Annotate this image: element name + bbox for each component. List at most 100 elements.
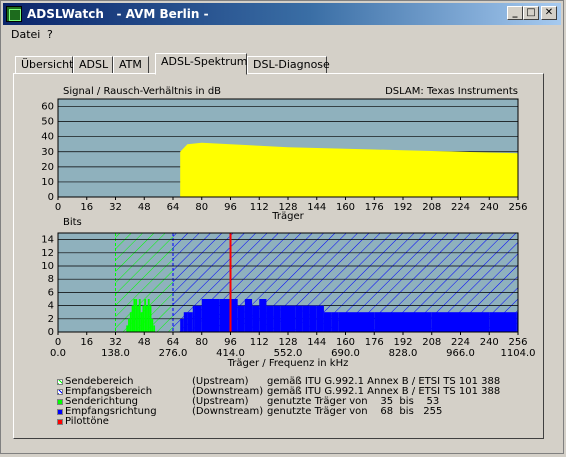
bits-xtick-label: 240 — [480, 337, 499, 348]
downstream-bit-bar — [237, 305, 245, 332]
bits-khz-tick-label: 828.0 — [389, 348, 418, 359]
bits-xtick-label: 48 — [138, 337, 151, 348]
downstream-bit-bar — [295, 305, 303, 332]
bits-xtick-label: 144 — [307, 337, 326, 348]
downstream-bit-bar — [280, 305, 288, 332]
upstream-bit-bar — [128, 318, 130, 332]
snr-ytick-label: 50 — [41, 117, 54, 128]
upstream-bit-bar — [149, 305, 152, 332]
snr-xtick-label: 192 — [393, 202, 412, 213]
snr-xtick-label: 224 — [451, 202, 470, 213]
bits-khz-tick-label: 966.0 — [446, 348, 475, 359]
snr-xaxis-label: Träger — [271, 211, 304, 222]
snr-xtick-label: 208 — [422, 202, 441, 213]
bits-khz-tick-label: 138.0 — [101, 348, 130, 359]
legend-swatch — [57, 409, 63, 415]
downstream-bit-bar — [183, 312, 188, 332]
upstream-bit-bar — [142, 305, 145, 332]
snr-xtick-label: 16 — [80, 202, 93, 213]
snr-ytick-label: 20 — [41, 162, 54, 173]
snr-ytick-label: 30 — [41, 147, 54, 158]
upstream-bit-bar — [138, 299, 141, 332]
downstream-bit-bar — [374, 312, 403, 332]
upstream-bit-bar — [129, 312, 132, 332]
downstream-bit-bar — [489, 312, 517, 332]
upstream-bit-bar — [133, 299, 136, 332]
bits-ytick-label: 2 — [48, 314, 54, 325]
snr-xtick-label: 96 — [224, 202, 237, 213]
downstream-bit-bar — [460, 312, 490, 332]
upstream-bit-bar — [140, 312, 143, 332]
downstream-bit-bar — [273, 305, 281, 332]
upstream-bit-bar — [135, 299, 138, 332]
upstream-bit-bar — [137, 305, 139, 332]
dslam-label: DSLAM: Texas Instruments — [385, 86, 518, 97]
downstream-bit-bar — [219, 299, 231, 332]
downstream-bit-bar — [252, 305, 260, 332]
legend-swatch — [57, 389, 63, 395]
downstream-bit-bar — [403, 312, 432, 332]
legend-label: Pilottöne — [65, 416, 109, 427]
snr-xtick-label: 160 — [336, 202, 355, 213]
bits-ytick-label: 0 — [48, 327, 54, 338]
snr-xtick-label: 176 — [365, 202, 384, 213]
upstream-bit-bar — [151, 318, 154, 332]
snr-xtick-label: 112 — [250, 202, 269, 213]
downstream-bit-bar — [201, 299, 220, 332]
bits-xtick-label: 256 — [508, 337, 527, 348]
snr-xtick-label: 240 — [480, 202, 499, 213]
downstream-bit-bar — [331, 312, 339, 332]
bits-khz-tick-label: 0.0 — [50, 348, 66, 359]
bits-chart-title: Bits — [63, 217, 82, 228]
downstream-bit-bar — [266, 305, 274, 332]
legend-swatch — [57, 379, 63, 385]
bits-xtick-label: 224 — [451, 337, 470, 348]
snr-chart-title: Signal / Rausch-Verhältnis in dB — [63, 86, 221, 97]
legend-desc: genutzte Träger von 68 bis 255 — [267, 406, 443, 417]
downstream-bit-bar — [259, 299, 267, 332]
snr-ytick-label: 60 — [41, 102, 54, 113]
downstream-bit-bar — [302, 305, 310, 332]
snr-xtick-label: 256 — [508, 202, 527, 213]
bits-khz-tick-label: 276.0 — [159, 348, 188, 359]
downstream-bit-bar — [180, 318, 184, 332]
bits-xtick-label: 0 — [55, 337, 61, 348]
bits-xtick-label: 16 — [80, 337, 93, 348]
bits-ytick-label: 12 — [41, 248, 54, 259]
downstream-bit-bar — [194, 305, 202, 332]
bits-xtick-label: 176 — [365, 337, 384, 348]
snr-xtick-label: 64 — [167, 202, 180, 213]
snr-xtick-label: 80 — [195, 202, 208, 213]
legend-dir: (Downstream) — [192, 406, 264, 417]
downstream-bit-bar — [431, 312, 461, 332]
snr-ytick-label: 0 — [48, 192, 54, 203]
bits-xtick-label: 208 — [422, 337, 441, 348]
upstream-bit-bar — [147, 299, 150, 332]
snr-ytick-label: 10 — [41, 177, 54, 188]
bits-xtick-label: 160 — [336, 337, 355, 348]
upstream-bit-bar — [153, 325, 156, 332]
legend-swatch — [57, 419, 63, 425]
upstream-bit-bar — [131, 305, 134, 332]
bits-xtick-label: 32 — [109, 337, 122, 348]
app-window: ADSLWatch - AVM Berlin - _ □ ✕ Datei ? Ü… — [0, 0, 564, 454]
bits-xaxis-label: Träger / Frequenz in kHz — [227, 358, 349, 369]
bits-ytick-label: 14 — [41, 235, 54, 246]
legend-swatch — [57, 399, 63, 405]
downstream-bit-bar — [192, 305, 195, 332]
downstream-bit-bar — [309, 305, 317, 332]
bits-xtick-label: 64 — [167, 337, 180, 348]
downstream-bit-bar — [288, 305, 296, 332]
downstream-bit-bar — [316, 305, 324, 332]
downstream-bit-bar — [230, 299, 238, 332]
snr-xtick-label: 144 — [307, 202, 326, 213]
bits-xtick-label: 112 — [250, 337, 269, 348]
downstream-bit-bar — [323, 312, 332, 332]
tab-adsl-spektrum[interactable]: ADSL-Spektrum — [155, 53, 248, 75]
bits-ytick-label: 4 — [48, 301, 54, 312]
bits-xtick-label: 128 — [278, 337, 297, 348]
downstream-bit-bar — [338, 312, 346, 332]
bits-xtick-label: 96 — [224, 337, 237, 348]
bits-ytick-label: 6 — [48, 287, 54, 298]
upstream-bit-bar — [144, 299, 147, 332]
